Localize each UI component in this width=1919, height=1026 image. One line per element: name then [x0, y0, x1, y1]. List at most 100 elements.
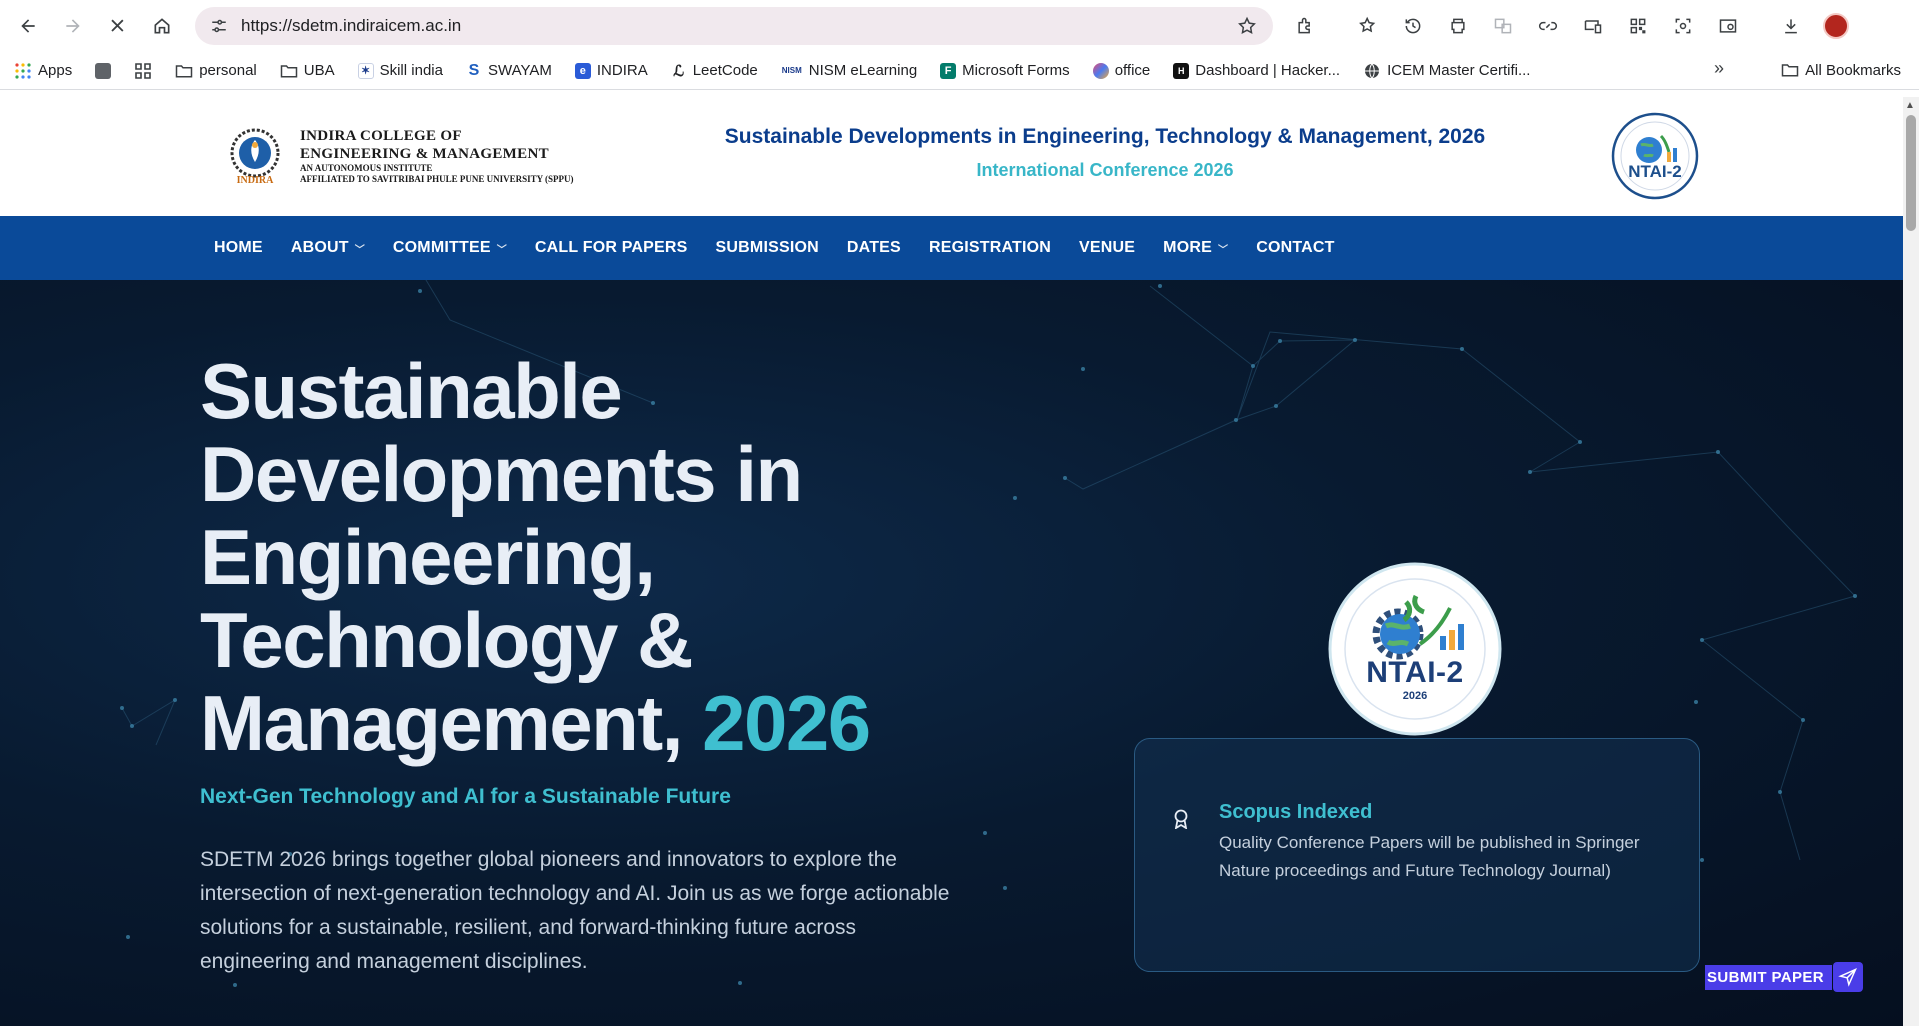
bookmark-indira[interactable]: e INDIRA: [574, 62, 648, 79]
profile-button[interactable]: [1818, 8, 1854, 44]
qr-code-button[interactable]: [1620, 8, 1656, 44]
qr-code-icon: [1630, 18, 1646, 34]
history-button[interactable]: [1395, 8, 1431, 44]
stop-loading-button[interactable]: [99, 8, 135, 44]
page-scrollbar[interactable]: [1903, 97, 1919, 1026]
chevron-down-icon: ﹀: [496, 244, 507, 256]
folder-icon: [175, 64, 193, 78]
home-button[interactable]: [144, 8, 180, 44]
devices-icon: [1584, 20, 1602, 34]
arrow-right-icon: [66, 19, 80, 33]
browser-toolbar: https://sdetm.indiraicem.ac.in: [0, 0, 1919, 52]
address-bar[interactable]: https://sdetm.indiraicem.ac.in: [195, 7, 1273, 45]
scopus-card-body: Quality Conference Papers will be publis…: [1219, 833, 1640, 880]
send-icon: [1833, 962, 1863, 992]
college-name[interactable]: INDIRA COLLEGE OF ENGINEERING & MANAGEME…: [300, 127, 574, 185]
downloads-button[interactable]: [1773, 8, 1809, 44]
hero-title-year: 2026: [702, 679, 871, 767]
bookmark-leetcode[interactable]: ℒ LeetCode: [670, 62, 758, 80]
nav-about[interactable]: ABOUT ﹀: [291, 239, 365, 257]
star-list-icon: [1359, 16, 1376, 33]
bookmark-hackerrank[interactable]: H Dashboard | Hacker...: [1173, 62, 1340, 79]
scroll-up-arrow-icon[interactable]: ▲: [1905, 100, 1915, 111]
hero-emblem-text: NTAI-2: [1366, 656, 1464, 689]
favorites-button[interactable]: [1350, 8, 1386, 44]
nav-registration[interactable]: REGISTRATION: [929, 239, 1051, 257]
gray-square-icon: [95, 62, 112, 79]
scopus-card-title: Scopus Indexed: [1219, 801, 1373, 823]
scrollbar-thumb[interactable]: [1906, 115, 1916, 231]
hero-ntai-emblem: NTAI-2 2026: [1328, 562, 1502, 736]
indira-icon: e: [574, 62, 591, 79]
translate-icon: [1494, 18, 1512, 34]
cast-button[interactable]: [1575, 8, 1611, 44]
nav-call-for-papers[interactable]: CALL FOR PAPERS: [535, 239, 688, 257]
all-bookmarks-button[interactable]: All Bookmarks: [1781, 61, 1901, 79]
printer-icon: [1451, 18, 1465, 34]
bookmark-icem-master[interactable]: ICEM Master Certifi...: [1363, 62, 1530, 80]
bookmark-personal[interactable]: personal: [175, 62, 257, 80]
site-settings-icon[interactable]: [205, 17, 233, 35]
header-emblem-text: NTAI-2: [1628, 162, 1682, 181]
bookmark-office[interactable]: office: [1092, 62, 1150, 79]
forward-button[interactable]: [55, 8, 91, 44]
logo-caption: INDIRA: [236, 175, 274, 186]
bookmark-grid[interactable]: [134, 62, 152, 80]
link-icon: [1539, 21, 1557, 31]
submit-paper-button[interactable]: SUBMIT PAPER: [1703, 961, 1863, 993]
bookmark-swayam[interactable]: S SWAYAM: [465, 62, 552, 79]
globe-icon: [1365, 63, 1380, 78]
ntai-emblem-icon: [1611, 112, 1699, 200]
nav-more[interactable]: MORE ﹀: [1163, 239, 1228, 257]
translate-button[interactable]: [1485, 8, 1521, 44]
bookmarks-overflow-button[interactable]: »: [1714, 58, 1724, 79]
hero-emblem-year: 2026: [1402, 690, 1428, 702]
bookmark-microsoft-forms[interactable]: F Microsoft Forms: [940, 62, 1070, 79]
search-tab-icon: [1719, 19, 1737, 33]
scopus-card: Scopus Indexed Quality Conference Papers…: [1134, 738, 1700, 972]
college-logo[interactable]: INDIRA: [225, 127, 285, 187]
nav-dates[interactable]: DATES: [847, 239, 901, 257]
site-header: INDIRA INDIRA COLLEGE OF ENGINEERING & M…: [0, 97, 1903, 216]
grid-icon: [135, 62, 152, 79]
apps-grid-icon: [15, 62, 31, 79]
copy-link-button[interactable]: [1530, 8, 1566, 44]
folder-icon: [1781, 64, 1799, 77]
hero-section: Sustainable Developments in Engineering,…: [0, 280, 1903, 1026]
back-button[interactable]: [10, 8, 46, 44]
screenshot-icon: [1675, 18, 1691, 34]
bookmark-star-icon[interactable]: [1237, 16, 1257, 41]
avatar: [1823, 13, 1849, 39]
nav-venue[interactable]: VENUE: [1079, 239, 1135, 257]
bookmark-skill-india[interactable]: ✶ Skill india: [357, 62, 443, 79]
award-icon: [1173, 809, 1189, 834]
home-icon: [154, 18, 170, 34]
nav-committee[interactable]: COMMITTEE ﹀: [393, 239, 507, 257]
swayam-icon: S: [465, 62, 482, 79]
hero-description: SDETM 2026 brings together global pionee…: [200, 848, 950, 973]
ntai-emblem-icon: [1328, 562, 1502, 736]
conference-subtitle: International Conference 2026: [976, 160, 1234, 180]
hackerrank-icon: H: [1173, 62, 1190, 79]
search-tab-button[interactable]: [1710, 8, 1746, 44]
history-icon: [1405, 18, 1421, 34]
nav-contact[interactable]: CONTACT: [1256, 239, 1334, 257]
bookmark-apps[interactable]: Apps: [14, 62, 72, 80]
print-button[interactable]: [1440, 8, 1476, 44]
office-icon: [1092, 62, 1109, 79]
bookmark-nism[interactable]: NISM NISM eLearning: [780, 62, 917, 79]
bookmark-gray-square[interactable]: [95, 62, 112, 79]
puzzle-icon: [1298, 17, 1310, 34]
hero-title: Sustainable Developments in Engineering,…: [200, 347, 871, 767]
screenshot-button[interactable]: [1665, 8, 1701, 44]
conference-title: Sustainable Developments in Engineering,…: [724, 125, 1486, 148]
extensions-button[interactable]: [1287, 8, 1323, 44]
url-text[interactable]: https://sdetm.indiraicem.ac.in: [241, 16, 461, 36]
skill-india-icon: ✶: [357, 62, 374, 79]
forms-icon: F: [940, 62, 957, 79]
nav-home[interactable]: HOME: [214, 239, 263, 257]
folder-icon: [280, 64, 297, 78]
nav-submission[interactable]: SUBMISSION: [716, 239, 819, 257]
bookmarks-bar: Apps personal UBA ✶ Skill india S SWAYAM…: [0, 52, 1919, 90]
bookmark-uba[interactable]: UBA: [280, 62, 335, 80]
